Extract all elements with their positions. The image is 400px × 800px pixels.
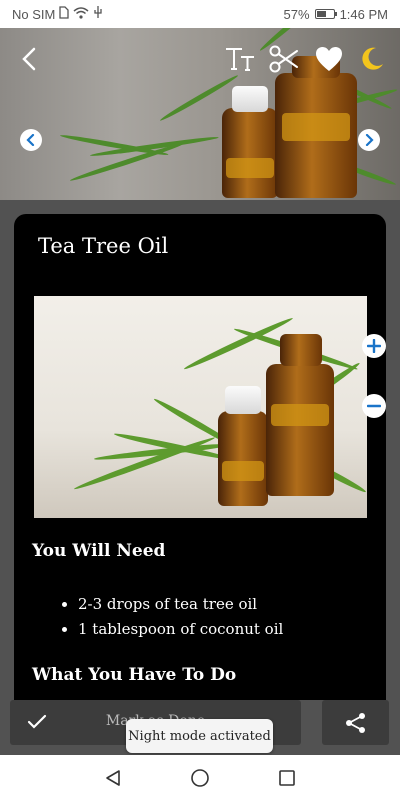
share-button[interactable] bbox=[322, 700, 389, 745]
header-image bbox=[0, 28, 400, 200]
article-image bbox=[34, 296, 367, 518]
chevron-right-icon bbox=[365, 134, 374, 146]
share-icon bbox=[345, 712, 365, 733]
back-button[interactable] bbox=[14, 44, 44, 74]
small-bottle bbox=[218, 411, 268, 506]
list-item: 1 tablespoon of coconut oil bbox=[62, 617, 283, 642]
battery-percent: 57% bbox=[283, 6, 310, 22]
triangle-back-icon bbox=[106, 769, 121, 786]
night-mode-button[interactable] bbox=[355, 42, 389, 76]
what-to-do-heading: What You Have To Do bbox=[32, 665, 237, 685]
plus-icon bbox=[367, 339, 381, 353]
square-recents-icon bbox=[278, 769, 295, 786]
next-image-button[interactable] bbox=[358, 129, 380, 151]
text-size-icon bbox=[226, 48, 254, 71]
nav-home-button[interactable] bbox=[185, 763, 215, 793]
status-left: No SIM bbox=[12, 6, 103, 22]
ingredient-list: 2-3 drops of tea tree oil 1 tablespoon o… bbox=[62, 592, 283, 642]
status-bar: No SIM 57% 1:46 PM bbox=[0, 0, 400, 28]
clock: 1:46 PM bbox=[339, 6, 388, 22]
article-title: Tea Tree Oil bbox=[38, 234, 169, 258]
minus-icon bbox=[367, 404, 381, 408]
usb-icon bbox=[93, 6, 103, 22]
carrier-label: No SIM bbox=[12, 6, 56, 22]
large-bottle-neck bbox=[280, 334, 322, 366]
previous-image-button[interactable] bbox=[20, 129, 42, 151]
circle-home-icon bbox=[191, 768, 209, 787]
battery-fill bbox=[316, 11, 326, 17]
moon-icon bbox=[362, 47, 383, 70]
system-nav-bar bbox=[0, 755, 400, 800]
large-bottle bbox=[275, 73, 357, 198]
bottle-cap bbox=[232, 86, 268, 112]
wifi-icon bbox=[73, 6, 89, 22]
chevron-left-icon bbox=[26, 134, 35, 146]
large-bottle bbox=[266, 364, 334, 496]
nav-back-button[interactable] bbox=[98, 763, 128, 793]
scissors-icon bbox=[269, 45, 298, 73]
article-card: Tea Tree Oil You Will Need 2-3 drops of … bbox=[14, 214, 386, 700]
zoom-in-button[interactable] bbox=[362, 334, 386, 358]
nav-recents-button[interactable] bbox=[272, 763, 302, 793]
list-item: 2-3 drops of tea tree oil bbox=[62, 592, 283, 617]
battery-icon bbox=[314, 9, 337, 19]
back-arrow-icon bbox=[22, 47, 36, 71]
small-bottle bbox=[222, 108, 278, 198]
zoom-out-button[interactable] bbox=[362, 394, 386, 418]
favorite-button[interactable] bbox=[312, 42, 346, 76]
toast-message: Night mode activated bbox=[126, 719, 273, 753]
status-right: 57% 1:46 PM bbox=[284, 7, 388, 22]
sim-icon bbox=[59, 6, 69, 22]
bottle-cap bbox=[225, 386, 261, 414]
you-will-need-heading: You Will Need bbox=[32, 541, 166, 561]
heart-icon bbox=[316, 47, 342, 71]
text-size-button[interactable] bbox=[222, 42, 258, 76]
clip-button[interactable] bbox=[266, 42, 302, 76]
